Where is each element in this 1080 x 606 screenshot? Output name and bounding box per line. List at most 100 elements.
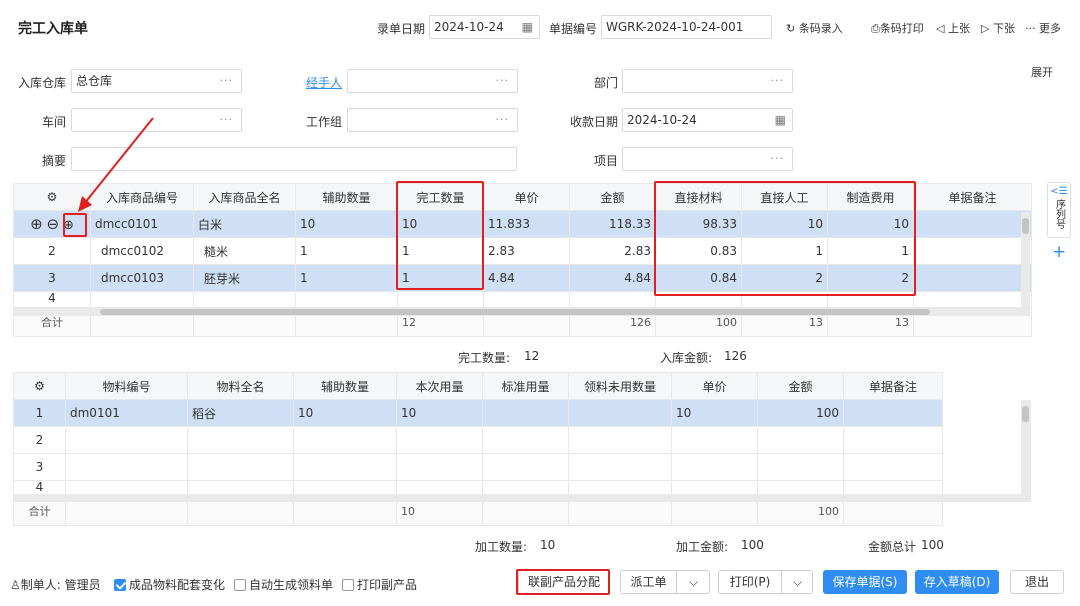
checkbox-icon[interactable]: [342, 579, 354, 591]
cell-code[interactable]: dmcc0103: [90, 264, 194, 292]
table-row[interactable]: 2: [13, 426, 943, 454]
cell-amount[interactable]: 4.84: [569, 264, 656, 292]
table-row[interactable]: 1 dm0101 稻谷 10 10 10 100: [13, 399, 943, 427]
cell-code[interactable]: dm0101: [65, 399, 188, 427]
cell-name[interactable]: 稻谷: [187, 399, 294, 427]
col-header[interactable]: 标准用量: [482, 372, 569, 400]
cell-aux[interactable]: 1: [295, 237, 398, 265]
col-header[interactable]: 单据备注: [913, 183, 1032, 211]
dispatch-button[interactable]: 派工单 ⌵: [620, 570, 710, 594]
col-header[interactable]: 本次用量: [396, 372, 483, 400]
save-button[interactable]: 保存单据(S): [823, 570, 907, 594]
collect-date-label: 收款日期: [570, 115, 619, 129]
handler-field[interactable]: ···: [347, 69, 518, 93]
handler-link[interactable]: 经手人: [306, 74, 342, 91]
print-button[interactable]: 打印(P) ⌵: [718, 570, 813, 594]
chevron-down-icon[interactable]: ⌵: [676, 571, 710, 593]
checkbox-print-byproduct[interactable]: 打印副产品: [342, 576, 417, 593]
exit-button[interactable]: 退出: [1010, 570, 1064, 594]
checkbox-checked-icon[interactable]: [114, 579, 126, 591]
vertical-scrollbar[interactable]: [1021, 400, 1030, 494]
cell-price[interactable]: 2.83: [483, 237, 570, 265]
warehouse-field[interactable]: 总仓库 ···: [71, 69, 242, 93]
remove-row-icon[interactable]: ⊖: [47, 215, 60, 233]
dept-field[interactable]: ···: [622, 69, 793, 93]
cell-note[interactable]: [843, 399, 943, 427]
cell-aux[interactable]: 10: [295, 210, 398, 238]
table-row[interactable]: 3: [13, 453, 943, 481]
serial-panel-tab[interactable]: <☰ 序列号: [1047, 182, 1071, 238]
collect-date-field[interactable]: 2024-10-24 ▦: [622, 108, 793, 132]
horizontal-scrollbar[interactable]: [14, 308, 1030, 316]
barcode-entry-button[interactable]: ↻ 条码录入: [786, 20, 843, 36]
col-header[interactable]: 金额: [569, 183, 656, 211]
cell-note[interactable]: [913, 237, 1032, 265]
col-header[interactable]: 辅助数量: [295, 183, 398, 211]
total-amount-value: 100: [921, 538, 944, 552]
more-label: 更多: [1039, 22, 1061, 35]
col-header[interactable]: 物料编号: [65, 372, 188, 400]
cell-aux[interactable]: 1: [295, 264, 398, 292]
col-header[interactable]: 入库商品全名: [193, 183, 296, 211]
ellipsis-icon[interactable]: ···: [220, 109, 234, 131]
settings-icon[interactable]: ⚙: [13, 372, 66, 400]
calendar-icon[interactable]: ▦: [522, 16, 533, 38]
expand-button[interactable]: 展开: [1031, 64, 1053, 80]
project-label: 项目: [594, 154, 619, 168]
col-header[interactable]: 辅助数量: [293, 372, 397, 400]
checkbox-icon[interactable]: [234, 579, 246, 591]
ellipsis-icon[interactable]: ···: [496, 70, 510, 92]
col-header[interactable]: 领料未用数量: [568, 372, 672, 400]
cell-price[interactable]: 11.833: [483, 210, 570, 238]
workgroup-field[interactable]: ···: [347, 108, 518, 132]
vertical-scrollbar[interactable]: [1021, 212, 1030, 308]
cell-name[interactable]: 糙米: [193, 237, 296, 265]
col-header[interactable]: 金额: [757, 372, 844, 400]
ellipsis-icon[interactable]: ···: [771, 148, 785, 170]
ellipsis-icon[interactable]: ···: [220, 70, 234, 92]
col-header[interactable]: 单据备注: [843, 372, 943, 400]
next-button[interactable]: ▷ 下张: [981, 20, 1015, 36]
project-field[interactable]: ···: [622, 147, 793, 171]
col-header[interactable]: 单价: [671, 372, 758, 400]
cell-use[interactable]: 10: [396, 399, 483, 427]
cell-unused[interactable]: [568, 399, 672, 427]
warehouse-value: 总仓库: [76, 74, 113, 88]
cell-price[interactable]: 4.84: [483, 264, 570, 292]
cell-name[interactable]: 胚芽米: [193, 264, 296, 292]
cell-amount[interactable]: 2.83: [569, 237, 656, 265]
date-field[interactable]: 2024-10-24 ▦: [429, 15, 540, 39]
ellipsis-icon[interactable]: ···: [771, 70, 785, 92]
chevron-down-icon[interactable]: ⌵: [781, 571, 813, 593]
ellipsis-icon[interactable]: ···: [496, 109, 510, 131]
checkbox-kit-change[interactable]: 成品物料配套变化: [114, 576, 225, 593]
prev-button[interactable]: ◁ 上张: [936, 20, 970, 36]
more-button[interactable]: ··· 更多: [1025, 20, 1061, 36]
cell-amount[interactable]: 118.33: [569, 210, 656, 238]
calendar-icon[interactable]: ▦: [775, 109, 786, 131]
maker-value: 管理员: [64, 578, 101, 592]
horizontal-scrollbar[interactable]: [14, 494, 1030, 502]
cell-amount[interactable]: 100: [757, 399, 844, 427]
add-icon[interactable]: +: [1052, 242, 1066, 262]
scrollbar-thumb[interactable]: [1022, 218, 1029, 234]
add-row-icon[interactable]: ⊕: [30, 215, 43, 233]
barcode-print-button[interactable]: ⎙条码打印: [871, 20, 924, 36]
table2-filler: [942, 400, 1031, 502]
cell-std[interactable]: [482, 399, 569, 427]
docno-field[interactable]: WGRK-2024-10-24-001: [601, 15, 772, 39]
col-header[interactable]: 物料全名: [187, 372, 294, 400]
date-value: 2024-10-24: [434, 20, 504, 34]
scrollbar-thumb[interactable]: [100, 309, 930, 315]
cell-note[interactable]: [913, 264, 1032, 292]
cell-price[interactable]: 10: [671, 399, 758, 427]
cell-note[interactable]: [913, 210, 1032, 238]
scrollbar-thumb[interactable]: [1022, 406, 1029, 422]
finish-qty-value: 12: [524, 349, 540, 363]
cell-aux[interactable]: 10: [293, 399, 397, 427]
checkbox-auto-picking[interactable]: 自动生成领料单: [234, 576, 333, 593]
col-header[interactable]: 单价: [483, 183, 570, 211]
save-draft-button[interactable]: 存入草稿(D): [915, 570, 999, 594]
cell-code[interactable]: dmcc0102: [90, 237, 194, 265]
cell-name[interactable]: 白米: [193, 210, 296, 238]
